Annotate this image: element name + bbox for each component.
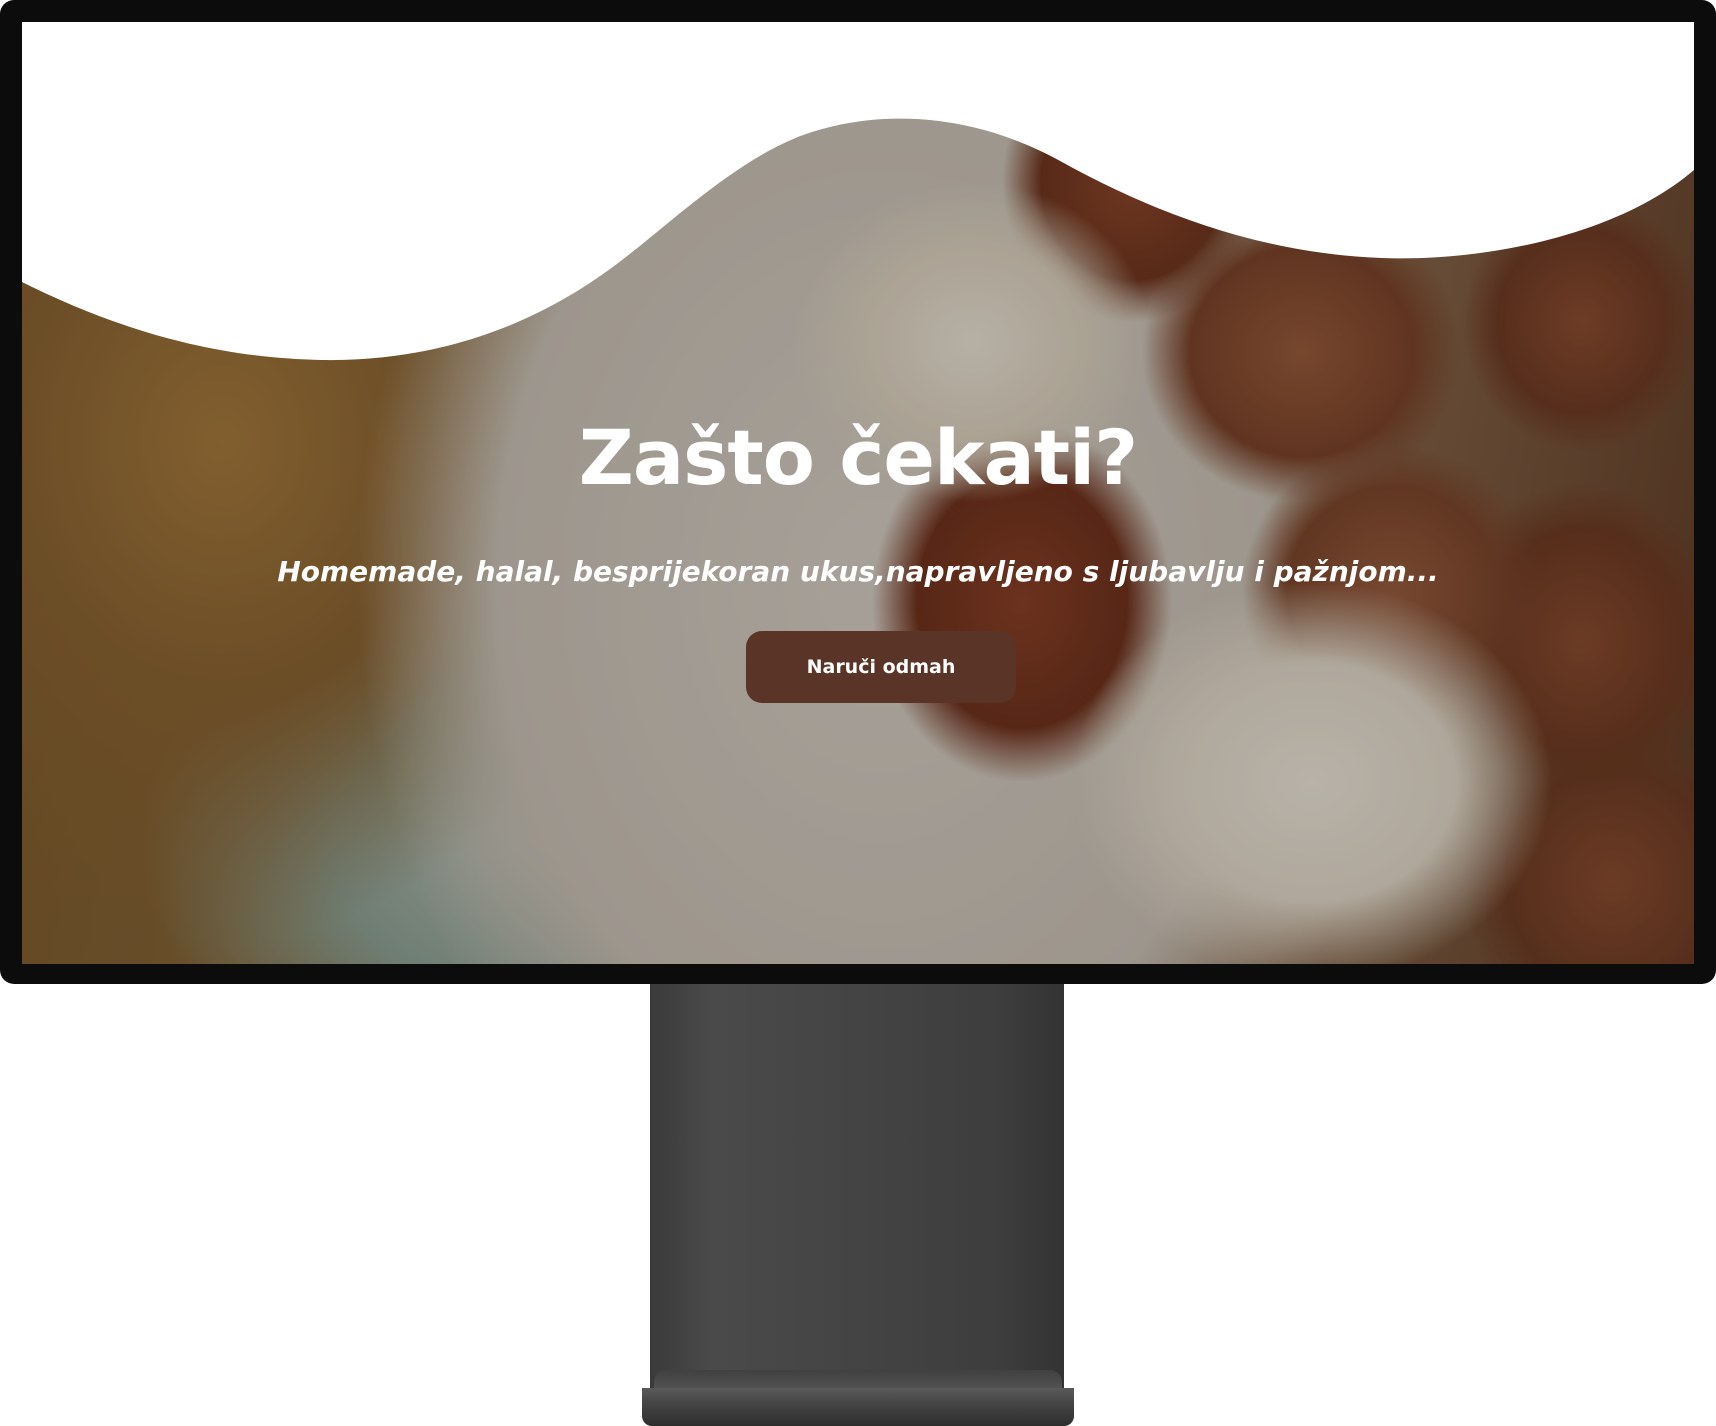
- hero-section: Zašto čekati? Homemade, halal, besprijek…: [22, 22, 1694, 964]
- order-now-button[interactable]: Naruči odmah: [746, 631, 1016, 703]
- monitor-screen: Zašto čekati? Homemade, halal, besprijek…: [22, 22, 1694, 964]
- monitor-stand-base: [642, 1388, 1074, 1426]
- monitor-bezel: Zašto čekati? Homemade, halal, besprijek…: [0, 0, 1716, 984]
- hero-subtitle: Homemade, halal, besprijekoran ukus,napr…: [277, 555, 1439, 588]
- monitor-stand-neck: [650, 980, 1064, 1410]
- monitor-mockup: Zašto čekati? Homemade, halal, besprijek…: [0, 0, 1716, 1426]
- hero-title: Zašto čekati?: [578, 413, 1139, 502]
